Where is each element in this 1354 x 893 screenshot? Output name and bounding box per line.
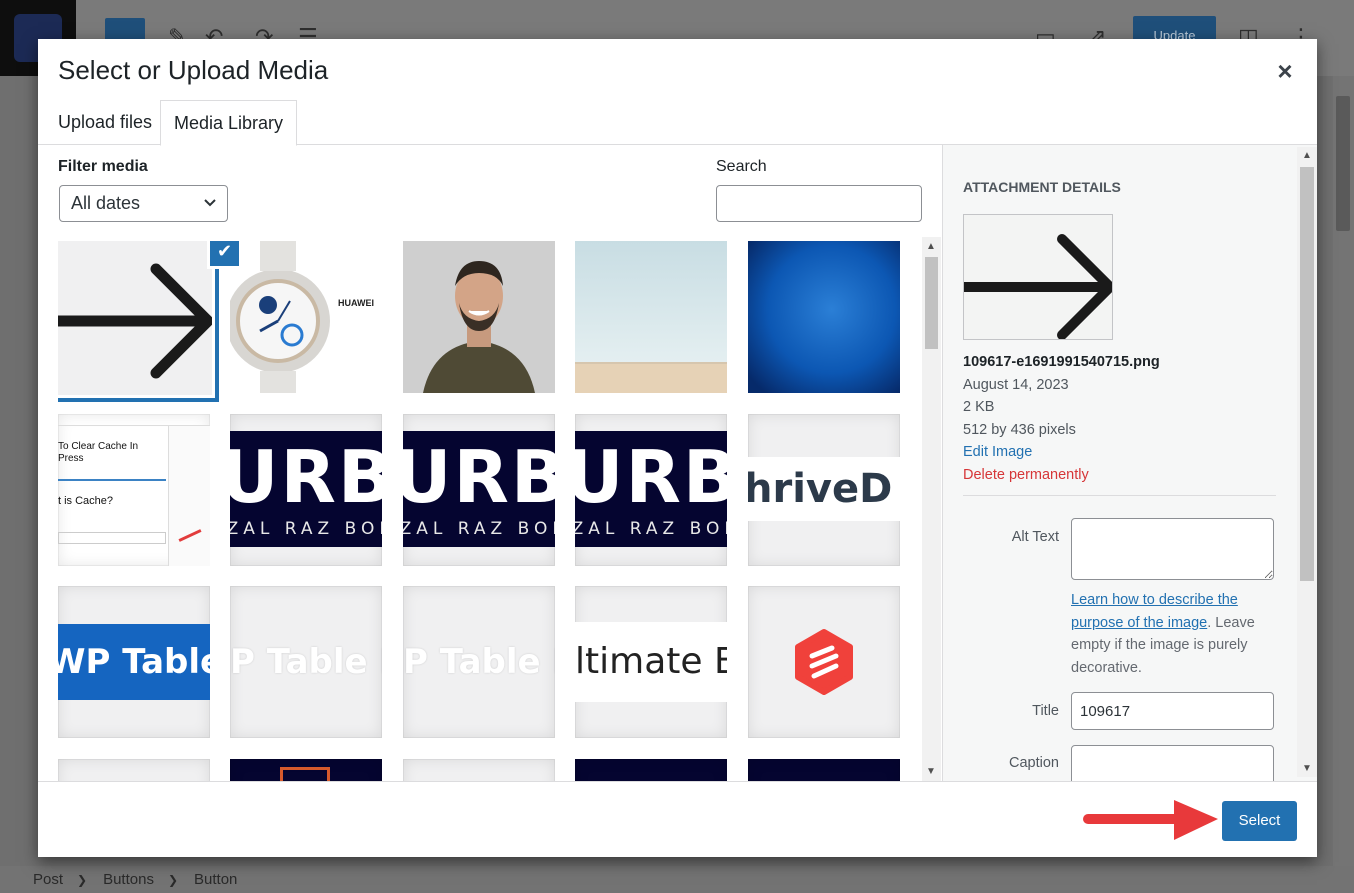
screenshot-heading-2: Press: [58, 453, 84, 464]
media-tile-huawei-watch[interactable]: HUAWEI: [230, 241, 382, 393]
search-input[interactable]: [716, 185, 922, 222]
urb-logo-text: URB: [575, 435, 727, 519]
media-tabs: Upload files Media Library: [38, 100, 1317, 146]
chevron-right-icon: ❯: [167, 872, 179, 887]
date-filter-value: All dates: [71, 193, 141, 213]
sidebar-scrollbar-thumb[interactable]: [1300, 167, 1314, 581]
breadcrumb-post: Post: [33, 871, 64, 888]
wp-table-text: P Table B: [230, 642, 382, 682]
chevron-right-icon: ❯: [77, 872, 88, 887]
arrow-right-icon: [58, 263, 212, 379]
media-tile-blue-texture[interactable]: [748, 241, 900, 393]
grid-scrollbar[interactable]: ▲ ▼: [922, 237, 941, 781]
media-browser: Filter media All dates Search ✔ HUAWEI T…: [38, 145, 942, 781]
urb-logo-text: URB: [230, 435, 382, 519]
scroll-down-icon[interactable]: ▼: [926, 766, 936, 777]
divider: [963, 495, 1276, 496]
media-tile-row4-2[interactable]: [230, 759, 382, 781]
media-tile-row4-3[interactable]: [403, 759, 555, 781]
page-scrollbar-thumb: [1336, 96, 1350, 231]
attachment-details-sidebar: ATTACHMENT DETAILS 109617-e1691991540715…: [942, 145, 1317, 781]
media-grid: ✔ HUAWEI To Clear Cache In Press t is Ca…: [58, 241, 920, 781]
arrow-right-icon: [959, 234, 1115, 340]
screenshot-heading: To Clear Cache In: [58, 441, 139, 452]
edit-image-link[interactable]: Edit Image: [963, 441, 1160, 464]
screenshot-question: t is Cache?: [58, 495, 114, 507]
wp-table-text: P Table B: [403, 642, 555, 682]
select-button[interactable]: Select: [1222, 801, 1297, 841]
attachment-filesize: 2 KB: [963, 399, 995, 416]
attachment-date: August 14, 2023: [963, 376, 1069, 393]
man-portrait-image: [403, 241, 555, 393]
scroll-up-icon[interactable]: ▲: [1302, 150, 1312, 161]
media-tile-row4-5[interactable]: [748, 759, 900, 781]
urb-logo-subtext: ZZAL RAZ BON: [575, 519, 727, 539]
urb-logo-subtext: ZZAL RAZ BON: [403, 519, 555, 539]
tab-media-library[interactable]: Media Library: [160, 100, 298, 146]
media-modal: Select or Upload Media × Upload files Me…: [38, 39, 1317, 857]
title-label: Title: [1032, 703, 1059, 719]
search-label: Search: [716, 158, 767, 175]
huawei-label: HUAWEI: [338, 298, 374, 308]
wp-table-text: WP Table B: [58, 642, 210, 682]
attachment-filename: 109617-e1691991540715.png: [963, 354, 1160, 370]
scroll-down-icon[interactable]: ▼: [1302, 763, 1312, 774]
modal-toolbar: Select: [38, 781, 1317, 857]
title-field[interactable]: [1071, 692, 1274, 730]
media-tile-row4-1[interactable]: [58, 759, 210, 781]
media-tile-portrait[interactable]: [403, 241, 555, 393]
date-filter-select[interactable]: All dates: [59, 185, 228, 222]
media-tile-wp-table-blue[interactable]: WP Table B: [58, 586, 210, 738]
selected-checkmark-icon[interactable]: ✔: [208, 241, 241, 268]
ultimate-blocks-text: ltimate B: [575, 641, 727, 682]
attachment-details-heading: ATTACHMENT DETAILS: [963, 179, 1121, 195]
media-tile-urb-1[interactable]: URB ZZAL RAZ BON: [230, 414, 382, 566]
caption-label: Caption: [1009, 755, 1059, 771]
filter-media-label: Filter media: [58, 158, 148, 175]
empty-room-image: [575, 241, 727, 393]
media-tile-urb-2[interactable]: URB ZZAL RAZ BON: [403, 414, 555, 566]
alt-text-help: Learn how to describe the purpose of the…: [1071, 589, 1276, 679]
media-tile-arrow[interactable]: [58, 241, 215, 398]
watch-image: [230, 241, 382, 393]
block-breadcrumb: Post ❯ Buttons ❯ Button: [0, 866, 1354, 893]
alt-text-label: Alt Text: [1011, 529, 1059, 545]
media-tile-clear-cache[interactable]: To Clear Cache In Press t is Cache?: [58, 414, 210, 566]
media-tile-row4-4[interactable]: [575, 759, 727, 781]
breadcrumb-buttons: Buttons: [103, 871, 154, 888]
alt-text-field[interactable]: [1071, 518, 1274, 580]
caption-field[interactable]: [1071, 745, 1274, 781]
breadcrumb-button: Button: [194, 871, 238, 888]
media-tile-wp-table-white-2[interactable]: P Table B: [403, 586, 555, 738]
grid-scrollbar-thumb[interactable]: [925, 257, 938, 349]
thrive-logo-text: hriveD: [748, 466, 893, 512]
red-hexagon-logo-icon: [795, 629, 853, 695]
red-arrow-annotation-icon: [1083, 800, 1218, 840]
attachment-thumbnail: [959, 214, 1115, 340]
blue-texture-image: [748, 241, 900, 393]
urb-logo-subtext: ZZAL RAZ BON: [230, 519, 382, 539]
close-icon[interactable]: ×: [1271, 57, 1299, 85]
attachment-info: 109617-e1691991540715.png August 14, 202…: [963, 351, 1160, 487]
media-tile-red-logo[interactable]: [748, 586, 900, 738]
media-tile-ultimate-blocks[interactable]: ltimate B: [575, 586, 727, 738]
tab-upload-files[interactable]: Upload files: [45, 100, 165, 145]
media-tile-empty-room[interactable]: [575, 241, 727, 393]
chevron-down-icon: [203, 186, 217, 234]
delete-permanently-link[interactable]: Delete permanently: [963, 464, 1160, 487]
media-tile-thrive[interactable]: hriveD: [748, 414, 900, 566]
media-tile-urb-3[interactable]: URB ZZAL RAZ BON: [575, 414, 727, 566]
media-tile-wp-table-white-1[interactable]: P Table B: [230, 586, 382, 738]
modal-title: Select or Upload Media: [58, 55, 329, 85]
sidebar-scrollbar[interactable]: ▲ ▼: [1297, 147, 1317, 777]
scroll-up-icon[interactable]: ▲: [926, 241, 936, 252]
attachment-dimensions: 512 by 436 pixels: [963, 421, 1076, 438]
urb-logo-text: URB: [403, 435, 555, 519]
